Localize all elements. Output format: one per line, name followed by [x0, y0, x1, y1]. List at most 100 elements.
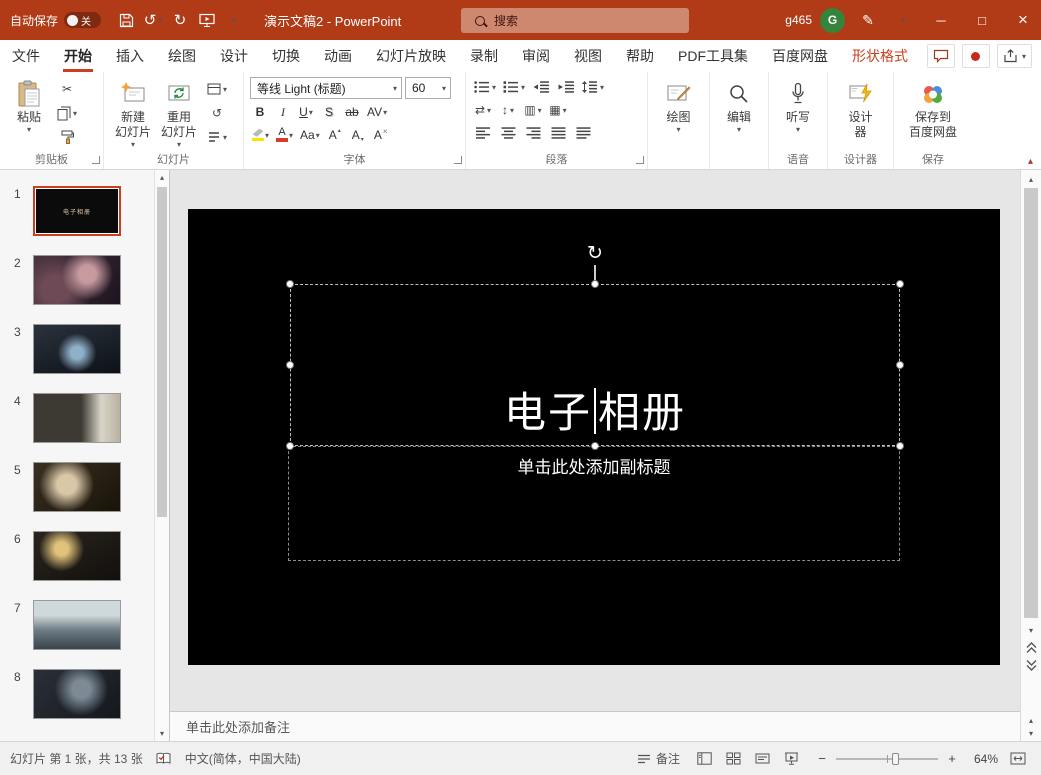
resize-handle-nw[interactable]: [286, 280, 294, 288]
fit-to-window-button[interactable]: [1005, 747, 1031, 771]
autosave-switch[interactable]: 关: [64, 12, 101, 28]
slide-thumbnail-5[interactable]: [33, 462, 121, 512]
new-slide-button[interactable]: 新建 幻灯片 ▾: [110, 77, 156, 150]
notes-scroll-down-button[interactable]: ▾: [1021, 725, 1041, 741]
tab-home[interactable]: 开始: [52, 40, 104, 72]
decrease-indent-button[interactable]: [530, 77, 552, 97]
tab-shape-format[interactable]: 形状格式: [840, 40, 920, 72]
clipboard-dialog-launcher[interactable]: [92, 156, 100, 164]
font-dialog-launcher[interactable]: [454, 156, 462, 164]
copy-button[interactable]: ▾: [55, 103, 79, 123]
resize-handle-w[interactable]: [286, 361, 294, 369]
align-text-button[interactable]: ↕▾: [497, 100, 519, 120]
justify-button[interactable]: [547, 123, 569, 143]
avatar[interactable]: G: [820, 8, 845, 33]
scroll-up-button[interactable]: ▴: [1021, 171, 1041, 187]
zoom-in-button[interactable]: +: [945, 751, 959, 766]
view-slideshow-button[interactable]: [778, 747, 804, 771]
tab-animations[interactable]: 动画: [312, 40, 364, 72]
tab-pdf-tools[interactable]: PDF工具集: [666, 40, 760, 72]
align-left-button[interactable]: [472, 123, 494, 143]
thumbnail-scroll-down-button[interactable]: ▾: [155, 726, 169, 741]
line-spacing-button[interactable]: ▾: [580, 77, 606, 97]
view-normal-button[interactable]: [691, 747, 717, 771]
comments-button[interactable]: [927, 44, 955, 68]
font-size-combo[interactable]: 60▾: [405, 77, 451, 99]
slide-canvas-area[interactable]: ↻ 电子相册 单击此处添加副标题: [170, 170, 1020, 711]
thumbnail-scrollbar-thumb[interactable]: [157, 187, 167, 517]
font-color-button[interactable]: A▾: [274, 125, 295, 145]
notes-pane[interactable]: 单击此处添加备注: [170, 711, 1020, 741]
record-button[interactable]: [962, 44, 990, 68]
text-shadow-button[interactable]: S: [319, 102, 339, 122]
collapse-ribbon-button[interactable]: ▴: [1028, 156, 1033, 167]
tab-insert[interactable]: 插入: [104, 40, 156, 72]
numbering-button[interactable]: ▾: [501, 77, 527, 97]
change-case-button[interactable]: Aa▾: [298, 125, 322, 145]
columns-button[interactable]: ▥▾: [522, 100, 544, 120]
close-button[interactable]: ×: [1005, 0, 1041, 40]
scrollbar-thumb[interactable]: [1024, 188, 1038, 618]
undo-button[interactable]: ↺▾: [141, 7, 165, 33]
tab-baidu-netdisk[interactable]: 百度网盘: [760, 40, 840, 72]
redo-button[interactable]: ↻: [168, 7, 192, 33]
start-slideshow-button[interactable]: [195, 7, 219, 33]
spellcheck-button[interactable]: [156, 752, 172, 765]
slide-thumbnail-6[interactable]: [33, 531, 121, 581]
title-placeholder[interactable]: 电子相册: [290, 284, 900, 446]
bullets-button[interactable]: ▾: [472, 77, 498, 97]
highlight-color-button[interactable]: ▾: [250, 125, 271, 145]
save-to-baidu-button[interactable]: 保存到 百度网盘: [904, 77, 962, 141]
previous-slide-button[interactable]: [1023, 640, 1039, 655]
search-input[interactable]: 搜索: [461, 8, 689, 33]
subtitle-placeholder[interactable]: 单击此处添加副标题: [288, 446, 900, 561]
slide-thumbnail-3[interactable]: [33, 324, 121, 374]
character-spacing-button[interactable]: AV▾: [365, 102, 389, 122]
view-reading-button[interactable]: [749, 747, 775, 771]
tab-file[interactable]: 文件: [0, 40, 52, 72]
designer-button[interactable]: 设计 器: [838, 77, 884, 141]
italic-button[interactable]: I: [273, 102, 293, 122]
slide-layout-button[interactable]: ▾: [205, 79, 229, 99]
view-slide-sorter-button[interactable]: [720, 747, 746, 771]
slide[interactable]: ↻ 电子相册 单击此处添加副标题: [188, 209, 1000, 665]
zoom-slider[interactable]: [836, 758, 938, 760]
user-id[interactable]: g465: [785, 13, 812, 27]
tab-review[interactable]: 审阅: [510, 40, 562, 72]
convert-smartart-button[interactable]: ▦▾: [547, 100, 569, 120]
section-button[interactable]: ▾: [205, 127, 229, 147]
underline-button[interactable]: U▾: [296, 102, 316, 122]
zoom-slider-thumb[interactable]: [892, 753, 899, 765]
save-button[interactable]: [114, 7, 138, 33]
tab-view[interactable]: 视图: [562, 40, 614, 72]
resize-handle-ne[interactable]: [896, 280, 904, 288]
thumbnail-scrollbar[interactable]: ▴ ▾: [154, 170, 169, 741]
draw-button[interactable]: 绘图 ▾: [656, 77, 702, 135]
resize-handle-e[interactable]: [896, 361, 904, 369]
format-painter-button[interactable]: [55, 127, 79, 147]
increase-indent-button[interactable]: [555, 77, 577, 97]
align-right-button[interactable]: [522, 123, 544, 143]
rotate-handle[interactable]: ↻: [583, 241, 607, 265]
tab-record[interactable]: 录制: [458, 40, 510, 72]
slide-thumbnail-8[interactable]: [33, 669, 121, 719]
scroll-down-button[interactable]: ▾: [1021, 622, 1041, 638]
customize-qat-button[interactable]: ▾: [222, 7, 246, 33]
tab-design[interactable]: 设计: [208, 40, 260, 72]
zoom-out-button[interactable]: −: [815, 751, 829, 766]
bold-button[interactable]: B: [250, 102, 270, 122]
increase-font-button[interactable]: A▴: [325, 125, 345, 145]
reset-slide-button[interactable]: ↺: [205, 103, 229, 123]
ink-pen-button[interactable]: ✎: [853, 5, 883, 35]
tab-help[interactable]: 帮助: [614, 40, 666, 72]
ribbon-display-options-button[interactable]: ▾: [888, 5, 918, 35]
slide-thumbnail-1[interactable]: 电子相册: [33, 186, 121, 236]
paste-button[interactable]: 粘贴 ▾: [6, 77, 52, 135]
vertical-scrollbar[interactable]: ▴ ▾ ▴ ▾: [1020, 170, 1041, 741]
font-name-combo[interactable]: 等线 Light (标题)▾: [250, 77, 402, 99]
distribute-button[interactable]: [572, 123, 594, 143]
paragraph-dialog-launcher[interactable]: [636, 156, 644, 164]
notes-toggle[interactable]: 备注: [637, 750, 680, 767]
decrease-font-button[interactable]: A▾: [348, 125, 368, 145]
tab-draw[interactable]: 绘图: [156, 40, 208, 72]
